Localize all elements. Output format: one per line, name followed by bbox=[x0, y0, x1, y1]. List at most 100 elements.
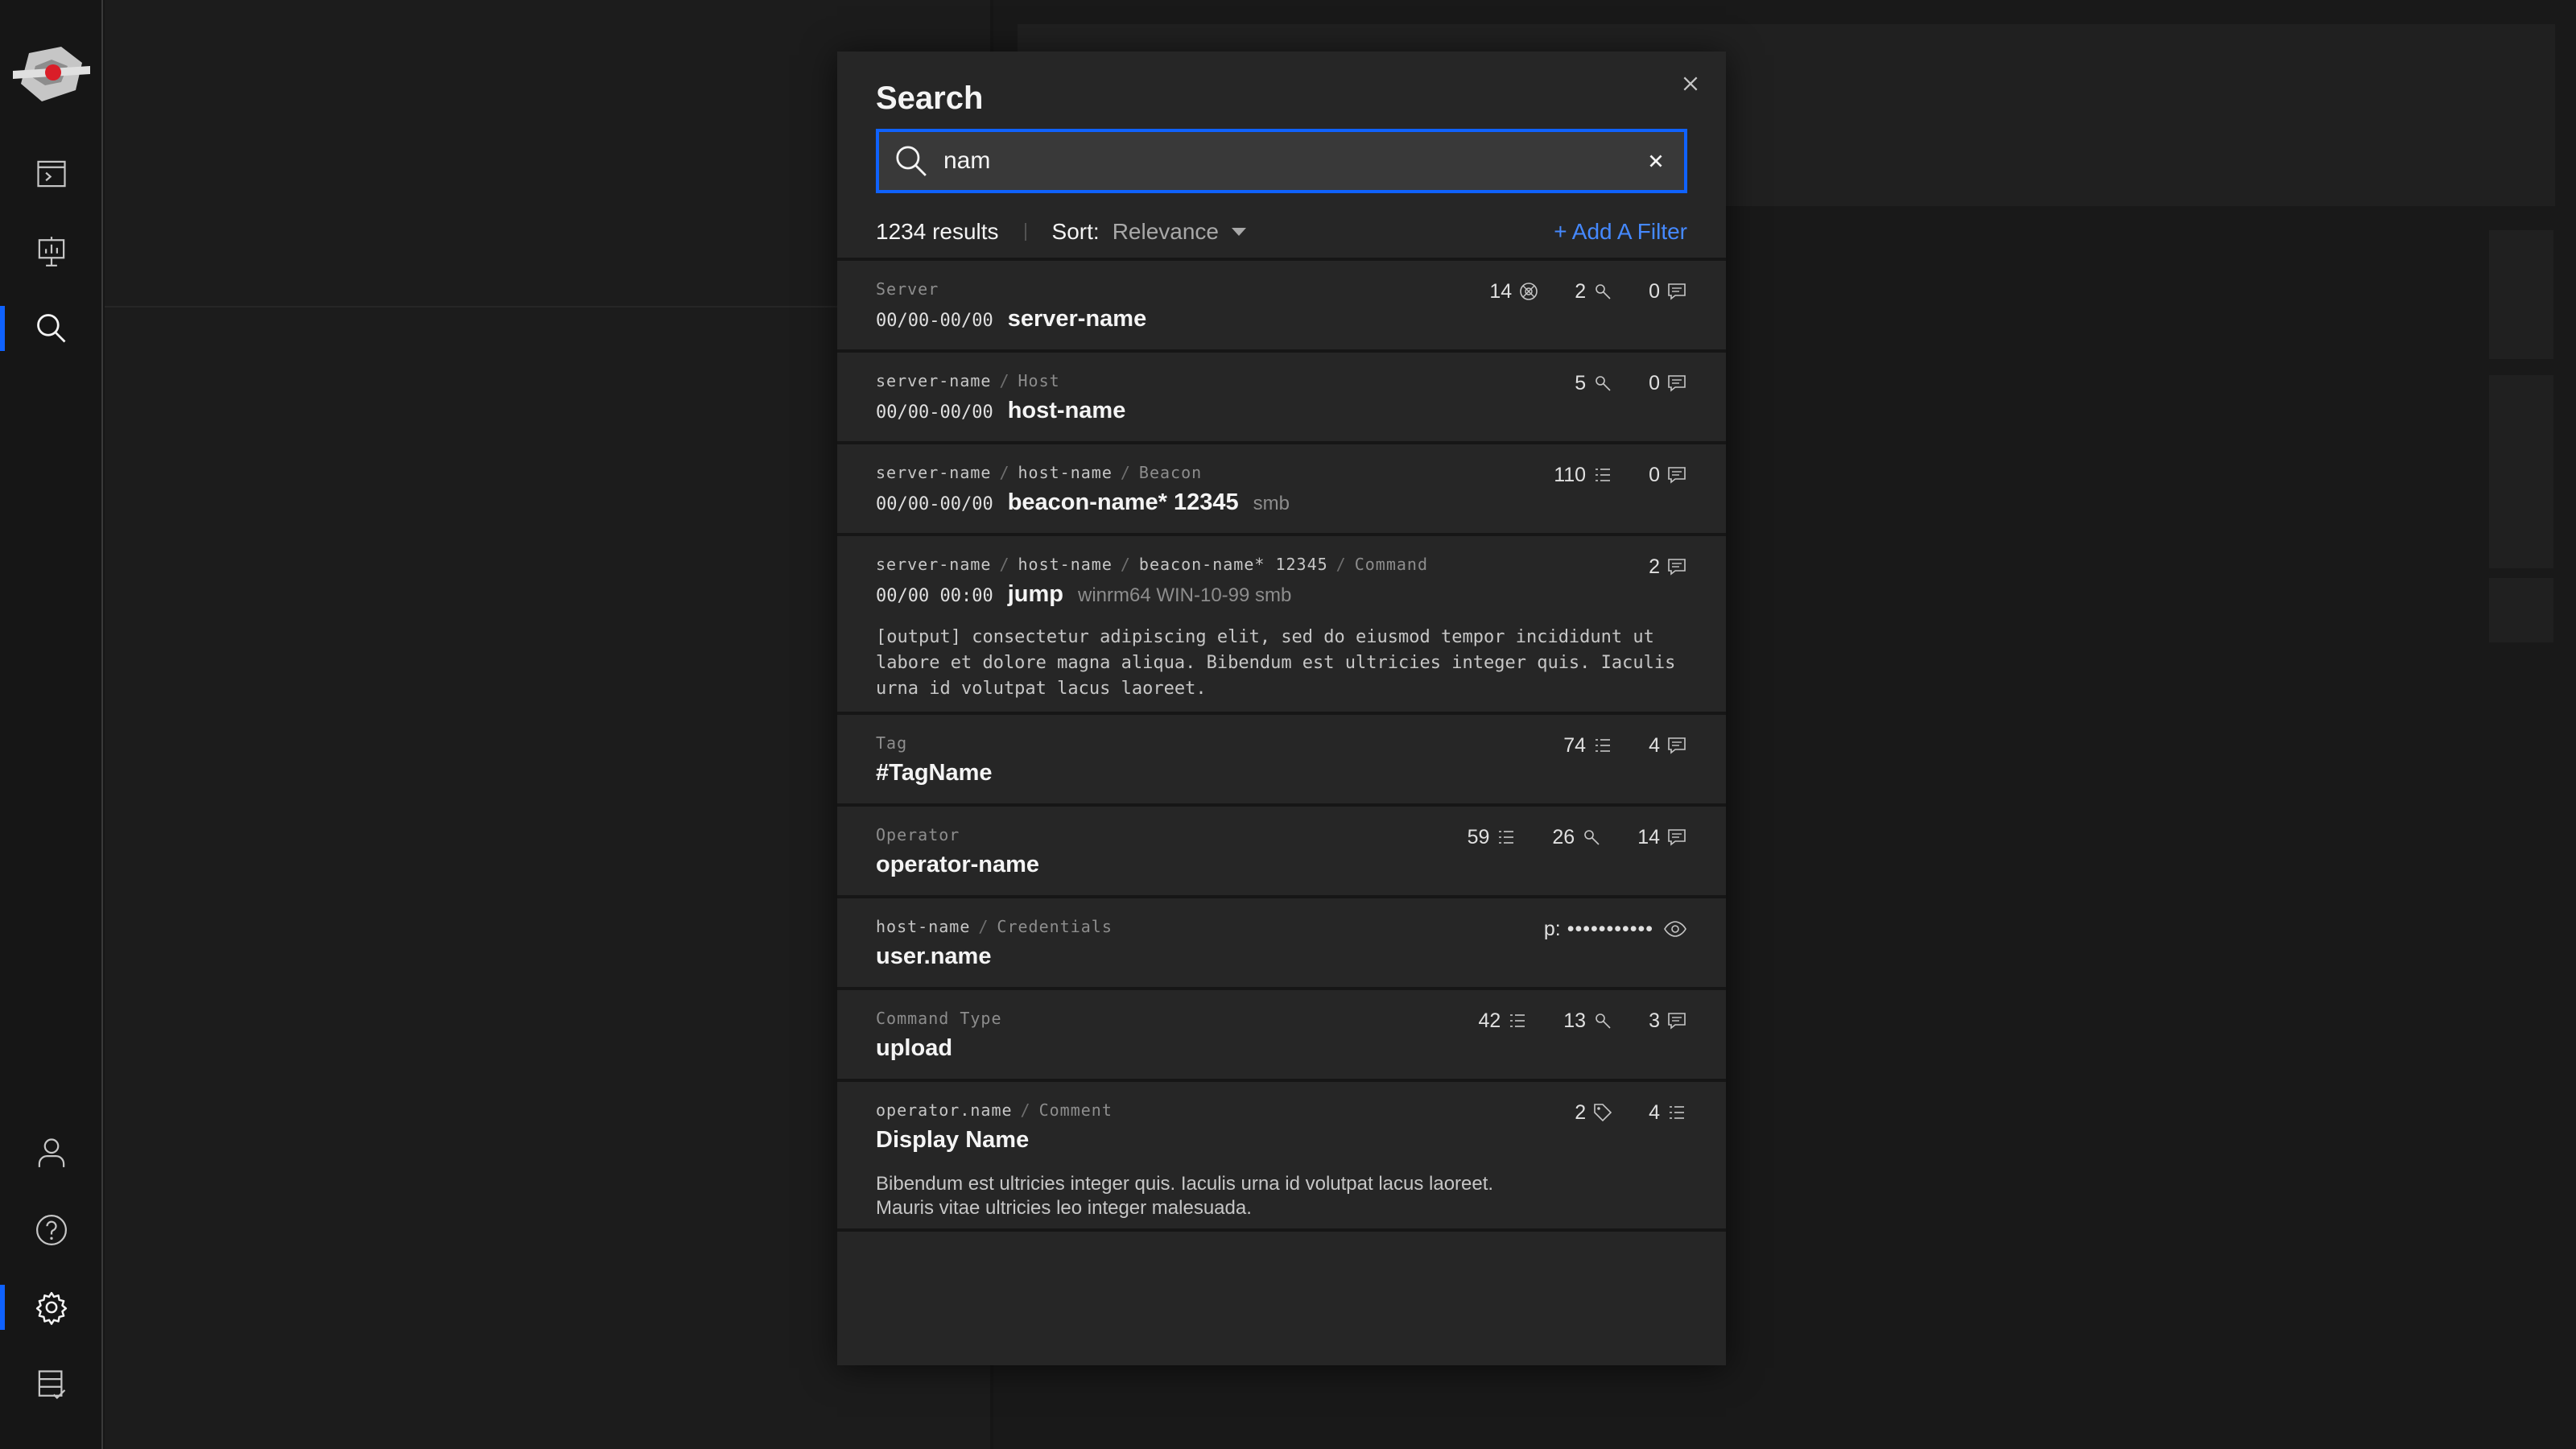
result-extra: smb bbox=[1253, 493, 1290, 514]
result-row-host[interactable]: server-name / Host 00/00-00/00 host-name 5… bbox=[837, 349, 1726, 441]
result-stats: 42 13 3 bbox=[1443, 1006, 1687, 1035]
results-toolbar: 1234 results Sort: Relevance + Add A Fil… bbox=[876, 209, 1687, 254]
result-timestamp: 00/00-00/00 bbox=[876, 494, 993, 514]
presentation-chart-icon bbox=[38, 237, 65, 266]
stat-comments: 14 bbox=[1637, 826, 1687, 849]
help-icon bbox=[36, 1215, 67, 1245]
result-timestamp: 00/00-00/00 bbox=[876, 402, 993, 423]
rail-item-checklist[interactable] bbox=[0, 1346, 103, 1423]
comment-icon bbox=[1668, 1013, 1686, 1030]
settings-icon bbox=[35, 1291, 68, 1325]
background-tile bbox=[2489, 295, 2553, 359]
result-extra: winrm64 WIN-10-99 smb bbox=[1077, 584, 1292, 606]
rail-item-user[interactable] bbox=[0, 1114, 103, 1191]
result-row-comment[interactable]: operator.name / Comment Display Name Biben… bbox=[837, 1079, 1726, 1232]
rail-item-settings[interactable] bbox=[0, 1269, 103, 1346]
eye-icon[interactable] bbox=[1663, 917, 1687, 941]
results-list: Server 00/00-00/00 server-name 14 2 0 se… bbox=[837, 258, 1726, 1232]
comment-icon bbox=[1668, 737, 1686, 754]
result-stats: 5 0 bbox=[1539, 369, 1687, 398]
rail-item-search[interactable] bbox=[0, 290, 103, 367]
list-icon bbox=[1596, 739, 1611, 752]
sort-dropdown[interactable]: Relevance bbox=[1113, 219, 1246, 245]
result-stats: 74 4 bbox=[1528, 731, 1687, 760]
password-mask: ••••••••••• bbox=[1567, 917, 1653, 940]
result-row-operator[interactable]: Operator operator-name 59 26 14 bbox=[837, 803, 1726, 895]
result-row-credentials[interactable]: host-name / Credentials user.name p: •••••… bbox=[837, 895, 1726, 987]
stat-comments: 0 bbox=[1649, 464, 1687, 487]
rail-item-terminal[interactable] bbox=[0, 135, 103, 213]
command-output: [output] consectetur adipiscing elit, se… bbox=[876, 627, 1676, 699]
stat-commands: 4 bbox=[1649, 1101, 1687, 1125]
sort-value: Relevance bbox=[1112, 219, 1219, 244]
result-breadcrumb: server-name / host-name / beacon-name* 12345… bbox=[876, 555, 1429, 574]
result-row-tag[interactable]: Tag #TagName 74 4 bbox=[837, 712, 1726, 803]
stat-beacons: 5 bbox=[1575, 372, 1613, 395]
server-hosts-icon bbox=[1520, 283, 1538, 300]
search-icon bbox=[879, 143, 943, 179]
stat-beacons: 2 bbox=[1575, 280, 1613, 303]
search-input[interactable] bbox=[943, 147, 1628, 175]
stat-beacons: 13 bbox=[1563, 1009, 1613, 1033]
background-tile bbox=[2489, 375, 2553, 440]
chevron-down-icon bbox=[1232, 228, 1246, 236]
list-icon bbox=[1670, 1106, 1684, 1119]
comment-body: Bibendum est ultricies integer quis. Iac… bbox=[876, 1173, 1494, 1219]
result-name: jump bbox=[1007, 581, 1063, 607]
result-stats: 59 26 14 bbox=[1432, 823, 1687, 852]
rail-item-help[interactable] bbox=[0, 1191, 103, 1269]
result-row-beacon[interactable]: server-name / host-name / Beacon 00/00-00/00… bbox=[837, 441, 1726, 533]
result-row-command[interactable]: server-name / host-name / beacon-name* 12345… bbox=[837, 533, 1726, 712]
stat-commands: 74 bbox=[1563, 734, 1613, 758]
result-name: beacon-name* 12345 bbox=[1007, 489, 1239, 515]
comment-icon bbox=[1668, 283, 1686, 300]
list-icon bbox=[1510, 1014, 1525, 1027]
result-timestamp: 00/00 00:00 bbox=[876, 586, 993, 606]
search-icon bbox=[37, 314, 66, 343]
password-label: p: bbox=[1543, 917, 1561, 940]
result-stats: p: ••••••••••• bbox=[1544, 914, 1687, 943]
app-logo-icon[interactable] bbox=[13, 42, 90, 106]
beacon-icon bbox=[1596, 376, 1611, 391]
side-nav-rail bbox=[0, 0, 103, 1449]
close-icon bbox=[1683, 76, 1698, 91]
clear-search-button[interactable] bbox=[1628, 152, 1684, 170]
add-filter-button[interactable]: + Add A Filter bbox=[1554, 219, 1687, 245]
checklist-icon bbox=[38, 1370, 66, 1400]
comment-icon bbox=[1668, 375, 1686, 392]
stat-comments: 0 bbox=[1649, 372, 1687, 395]
stat-tags: 2 bbox=[1575, 1101, 1613, 1125]
list-icon bbox=[1499, 831, 1514, 844]
results-count: 1234 results bbox=[876, 219, 999, 244]
comment-icon bbox=[1668, 559, 1686, 576]
beacon-icon bbox=[1596, 284, 1611, 299]
search-modal: Search 1234 results Sort: Relevance + Ad… bbox=[837, 52, 1726, 1365]
search-field[interactable] bbox=[876, 129, 1687, 193]
comment-icon bbox=[1668, 829, 1686, 846]
stat-comments: 2 bbox=[1649, 555, 1687, 579]
modal-title: Search bbox=[876, 80, 984, 116]
result-name: Display Name bbox=[876, 1127, 1030, 1153]
result-name: upload bbox=[876, 1035, 953, 1061]
result-name: host-name bbox=[1007, 398, 1126, 423]
stat-hosts: 14 bbox=[1489, 280, 1539, 303]
background-tile bbox=[2489, 230, 2553, 295]
background-tile bbox=[2489, 578, 2553, 642]
stat-commands: 110 bbox=[1554, 464, 1613, 487]
result-stats: 2 bbox=[1613, 552, 1687, 581]
close-icon bbox=[1649, 155, 1662, 167]
stat-beacons: 26 bbox=[1552, 826, 1602, 849]
result-row-server[interactable]: Server 00/00-00/00 server-name 14 2 0 bbox=[837, 258, 1726, 349]
background-tile bbox=[2489, 440, 2553, 504]
result-stats: 2 4 bbox=[1539, 1098, 1687, 1127]
stat-comments: 4 bbox=[1649, 734, 1687, 758]
result-row-command-type[interactable]: Command Type upload 42 13 3 bbox=[837, 987, 1726, 1079]
close-modal-button[interactable] bbox=[1674, 68, 1707, 100]
result-name: #TagName bbox=[876, 760, 993, 786]
background-tile bbox=[2489, 504, 2553, 568]
result-name: operator-name bbox=[876, 852, 1040, 877]
stat-commands: 59 bbox=[1468, 826, 1517, 849]
rail-item-presentation[interactable] bbox=[0, 213, 103, 290]
result-stats: 14 2 0 bbox=[1454, 277, 1687, 306]
beacon-icon bbox=[1596, 1013, 1611, 1029]
